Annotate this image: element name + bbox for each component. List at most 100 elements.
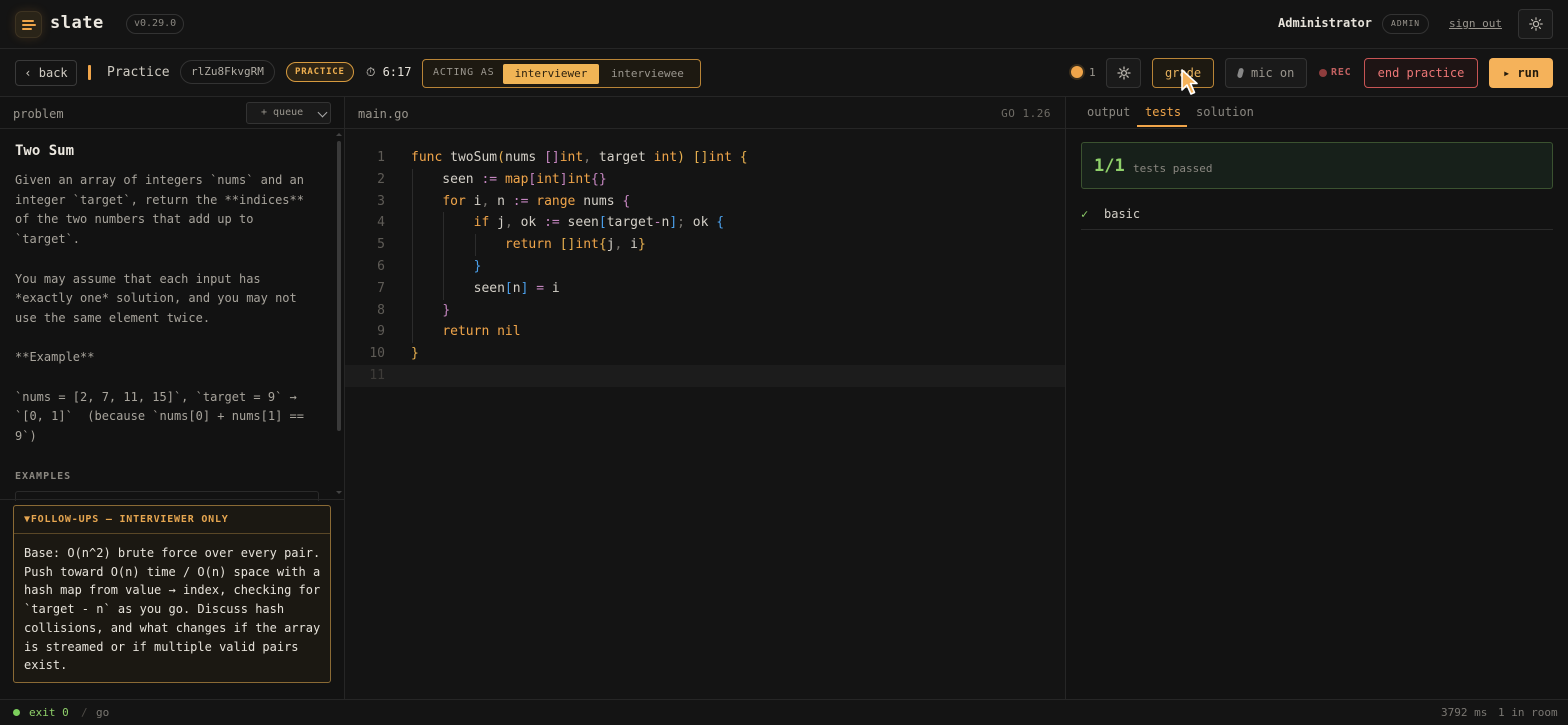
code-line[interactable]: 3 for i, n := range nums { xyxy=(345,190,1065,213)
code-text: seen[n] = i xyxy=(411,280,560,296)
status-bar: exit 0 / go 3792 ms 1 in room xyxy=(0,699,1568,725)
record-icon xyxy=(1319,69,1327,77)
gear-icon xyxy=(1116,66,1131,80)
code-line[interactable]: 1 func twoSum(nums []int, target int) []i… xyxy=(345,147,1065,169)
sun-icon xyxy=(1528,17,1543,31)
code-line[interactable]: 11 xyxy=(345,364,1065,387)
scroll-down-icon[interactable] xyxy=(336,491,342,494)
code-text: } xyxy=(411,346,419,362)
pass-count: 1/1 xyxy=(1094,156,1125,176)
grade-button[interactable]: grade xyxy=(1152,58,1214,88)
line-number: 10 xyxy=(369,346,385,362)
code-line[interactable]: 6 } xyxy=(345,255,1065,278)
line-number: 3 xyxy=(377,193,385,209)
problem-panel-label: problem xyxy=(13,107,64,121)
line-number: 1 xyxy=(377,150,385,165)
presence-count: 1 xyxy=(1089,66,1096,79)
problem-content: Two Sum Given an array of integers `nums… xyxy=(15,143,325,447)
active-tab-indicator xyxy=(1137,125,1187,127)
top-bar: slate v0.29.0 Administrator ADMIN sign o… xyxy=(0,0,1568,49)
brand-name: slate xyxy=(50,13,104,33)
code-line[interactable]: 5 return []int{j, i} xyxy=(345,234,1065,256)
followups-toggle[interactable]: ▼FOLLOW-UPS — INTERVIEWER ONLY xyxy=(14,506,330,534)
sign-out-link[interactable]: sign out xyxy=(1449,17,1502,30)
user-name: Administrator xyxy=(1278,16,1372,30)
pass-label: tests passed xyxy=(1133,162,1213,175)
results-tabs: output tests solution xyxy=(1066,97,1568,129)
presence-indicator xyxy=(1071,66,1083,78)
tab-tests[interactable]: tests xyxy=(1145,105,1181,119)
problem-title: Two Sum xyxy=(15,143,75,159)
line-number: 9 xyxy=(377,324,385,340)
problem-panel: problem + queue Two Sum Given an array o… xyxy=(0,97,345,699)
tab-solution[interactable]: solution xyxy=(1196,105,1254,119)
acting-as-switcher: ACTING AS interviewer interviewee xyxy=(422,59,701,88)
acting-as-label: ACTING AS xyxy=(433,67,495,78)
scrollbar-thumb[interactable] xyxy=(337,141,341,431)
code-line[interactable]: 7 seen[n] = i xyxy=(345,277,1065,300)
editor-filename: main.go xyxy=(358,107,409,121)
results-panel: output tests solution 1/1 tests passed ✓… xyxy=(1066,97,1568,699)
status-separator: / xyxy=(81,706,88,719)
tab-output[interactable]: output xyxy=(1087,105,1130,119)
code-line[interactable]: 9 return nil xyxy=(345,321,1065,344)
run-duration: 3792 ms xyxy=(1441,706,1488,719)
code-line[interactable]: 10} xyxy=(345,343,1065,365)
code-text: if j, ok := seen[target-n]; ok { xyxy=(473,215,725,231)
session-toolbar: ‹ back Practice rlZu8FkvgRM PRACTICE ⏱ 6… xyxy=(0,49,1568,97)
line-number: 11 xyxy=(369,367,385,383)
problem-panel-header: problem + queue xyxy=(0,97,344,129)
role-option-interviewee[interactable]: interviewee xyxy=(611,67,684,80)
panel-divider[interactable] xyxy=(0,499,344,500)
problem-scrollbar[interactable] xyxy=(336,133,342,494)
line-number: 2 xyxy=(377,171,385,187)
end-practice-button[interactable]: end practice xyxy=(1364,58,1478,88)
code-text: } xyxy=(473,258,482,274)
logo-icon[interactable] xyxy=(15,11,42,38)
session-title: Practice xyxy=(107,65,170,80)
theme-toggle-button[interactable] xyxy=(1518,9,1553,39)
settings-button[interactable] xyxy=(1106,58,1141,88)
code-text: return []int{j, i} xyxy=(504,237,646,253)
line-number: 7 xyxy=(377,280,385,296)
code-text: seen := map[int]int{} xyxy=(411,171,607,187)
room-id-chip[interactable]: rlZu8FkvgRM xyxy=(180,60,275,84)
queue-label: + queue xyxy=(261,107,304,118)
rec-label[interactable]: REC xyxy=(1331,67,1351,78)
line-number: 4 xyxy=(377,215,385,231)
accent-marker xyxy=(88,65,91,80)
problem-description: Given an array of integers `nums` and an… xyxy=(15,173,304,444)
scroll-up-icon[interactable] xyxy=(336,133,342,136)
check-icon: ✓ xyxy=(1081,207,1089,221)
chevron-down-icon xyxy=(317,107,328,118)
queue-select[interactable]: + queue xyxy=(246,102,331,124)
mic-icon xyxy=(1236,67,1245,79)
session-timer: ⏱ 6:17 xyxy=(366,65,412,79)
line-number: 6 xyxy=(377,258,385,274)
code-text: for i, n := range nums { xyxy=(442,193,631,209)
exit-status: exit 0 xyxy=(29,706,69,719)
mic-toggle-button[interactable]: mic on xyxy=(1225,58,1307,88)
examples-heading: EXAMPLES xyxy=(15,471,72,482)
test-summary: 1/1 tests passed xyxy=(1081,142,1553,189)
mode-badge: PRACTICE xyxy=(286,62,354,82)
code-editor: main.go GO 1.26 1 func twoSum(nums []int,… xyxy=(345,97,1066,699)
role-option-interviewer[interactable]: interviewer xyxy=(503,64,599,84)
version-badge: v0.29.0 xyxy=(126,14,185,34)
run-button[interactable]: ▸ run xyxy=(1489,58,1553,88)
code-line[interactable]: 2 seen := map[int]int{} xyxy=(345,168,1065,191)
line-number: 8 xyxy=(377,302,385,318)
status-language: go xyxy=(96,706,110,719)
back-button[interactable]: ‹ back xyxy=(15,60,77,86)
code-text: } xyxy=(442,302,451,318)
test-row[interactable]: ✓ basic xyxy=(1081,203,1553,230)
status-dot-icon xyxy=(13,709,20,716)
code-area[interactable]: 1 func twoSum(nums []int, target int) []i… xyxy=(345,147,1065,387)
editor-header: main.go GO 1.26 xyxy=(345,97,1065,129)
test-name: basic xyxy=(1104,207,1141,221)
followups-panel: ▼FOLLOW-UPS — INTERVIEWER ONLY Base: O(n… xyxy=(13,505,331,683)
code-line[interactable]: 4 if j, ok := seen[target-n]; ok { xyxy=(345,212,1065,235)
code-line[interactable]: 8 } xyxy=(345,299,1065,322)
room-count: 1 in room xyxy=(1498,706,1558,719)
followups-text: Base: O(n^2) brute force over every pair… xyxy=(24,546,321,673)
